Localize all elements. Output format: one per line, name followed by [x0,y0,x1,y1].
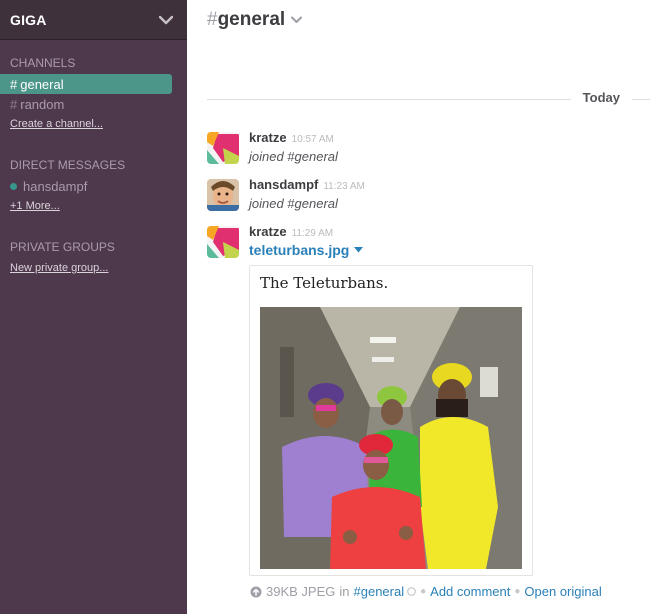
avatar[interactable] [207,132,239,164]
author-name[interactable]: kratze [249,224,287,239]
channel-header: #general [187,0,650,40]
avatar[interactable] [207,179,239,211]
channel-title-name: general [217,9,286,30]
more-dms-link[interactable]: +1 More... [0,200,70,212]
file-title-link[interactable]: teleturbans.jpg [249,242,640,258]
sidebar: GIGA CHANNELS # general # random Create … [0,0,187,614]
file-menu-caret-icon[interactable] [354,247,364,253]
message-item: kratze 11:29 AM teleturbans.jpg The Tele… [207,224,640,576]
separator-dot: ● [420,586,427,597]
channel-title-hash: # [207,9,218,30]
team-name[interactable]: GIGA [10,12,47,28]
file-preview-card: The Teleturbans. [249,265,533,576]
message-item: hansdampf 11:23 AM joined #general [207,177,640,211]
create-channel-link[interactable]: Create a channel... [0,118,113,130]
message-item: kratze 10:57 AM joined #general [207,130,640,164]
avatar[interactable] [207,226,239,258]
team-header[interactable]: GIGA [0,0,187,40]
open-original-link[interactable]: Open original [524,584,601,599]
message-timestamp[interactable]: 11:23 AM [323,181,365,192]
comment-bubble-icon [407,587,417,596]
file-in-label: in [339,584,350,599]
author-name[interactable]: hansdampf [249,177,318,192]
channel-hash: # [10,96,18,112]
dm-item-hansdampf[interactable]: hansdampf [0,176,187,196]
day-divider-label: Today [570,90,632,105]
channel-menu-chevron-icon[interactable] [291,16,303,24]
private-groups-section-title[interactable]: PRIVATE GROUPS [0,240,187,254]
channel-title[interactable]: #general [207,9,285,31]
separator-dot: ● [514,586,521,597]
file-channel-link[interactable]: #general [354,584,405,599]
file-image-preview[interactable] [260,307,522,569]
file-size-type: 39KB JPEG [266,584,336,599]
message-timestamp[interactable]: 11:29 AM [292,228,334,239]
channel-label: general [20,76,64,92]
channel-label: random [20,96,65,112]
sidebar-item-random[interactable]: # random [0,94,172,114]
app-window: GIGA CHANNELS # general # random Create … [0,0,650,614]
file-meta-bar: 39KB JPEG in #general ● Add comment ● Op… [250,584,602,599]
add-comment-link[interactable]: Add comment [430,584,510,599]
channel-hash: # [10,76,18,92]
message-text: joined #general [249,196,338,211]
chevron-down-icon[interactable] [159,13,173,27]
direct-messages-section-title[interactable]: DIRECT MESSAGES [0,158,187,172]
sidebar-item-general[interactable]: # general [0,74,172,94]
upload-arrow-icon [250,586,262,598]
channels-section-title[interactable]: CHANNELS [0,56,187,70]
message-text: joined #general [249,149,338,164]
presence-dot-icon [10,182,17,190]
author-name[interactable]: kratze [249,130,287,145]
file-caption: The Teleturbans. [260,274,389,292]
day-divider: Today [207,88,650,110]
message-pane: #general Today kratze 10:57 AM joined #g… [187,0,650,614]
dm-label: hansdampf [23,178,88,194]
file-name[interactable]: teleturbans.jpg [249,242,349,258]
message-timestamp[interactable]: 10:57 AM [292,134,334,145]
new-private-group-link[interactable]: New private group... [0,262,118,274]
